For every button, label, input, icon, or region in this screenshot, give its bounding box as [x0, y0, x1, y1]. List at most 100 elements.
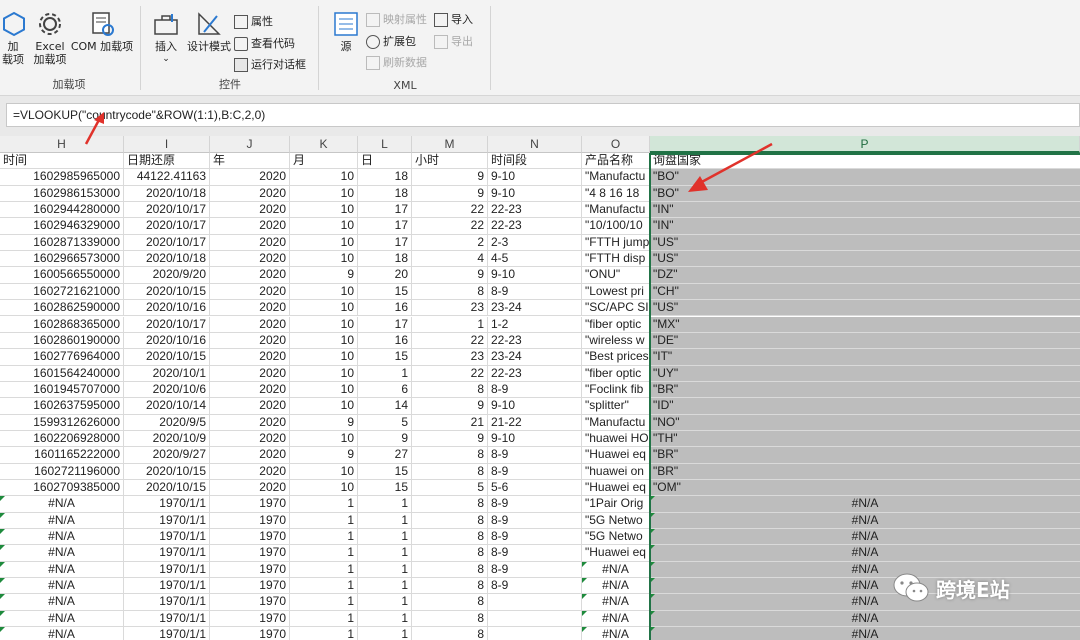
cell[interactable]: 20: [358, 267, 412, 284]
cell[interactable]: 21: [412, 414, 488, 431]
cell[interactable]: "Foclink fib: [582, 381, 650, 399]
excel-addins-button[interactable]: Excel 加载项: [30, 10, 70, 66]
cell[interactable]: #N/A: [650, 561, 1080, 579]
cell[interactable]: 2020/10/17: [124, 316, 210, 333]
cell[interactable]: 8-9: [488, 512, 582, 530]
cell[interactable]: 2020/10/15: [124, 480, 210, 497]
cell[interactable]: 5: [358, 414, 412, 431]
cell[interactable]: 10: [290, 316, 358, 333]
cell[interactable]: "IN": [650, 218, 1080, 235]
cell[interactable]: "DZ": [650, 267, 1080, 284]
cell[interactable]: 2020/10/18: [124, 185, 210, 203]
cell[interactable]: #N/A: [650, 610, 1080, 628]
cell[interactable]: 10: [290, 283, 358, 301]
column-header-o[interactable]: O: [582, 136, 650, 153]
cell[interactable]: 22-23: [488, 332, 582, 350]
cell[interactable]: 1970/1/1: [124, 610, 210, 628]
header-cell[interactable]: 时间: [0, 153, 124, 170]
cell[interactable]: 17: [358, 202, 412, 219]
cell[interactable]: "OM": [650, 480, 1080, 497]
cell[interactable]: #N/A: [0, 512, 124, 530]
cell[interactable]: 1: [290, 561, 358, 579]
cell[interactable]: 22-23: [488, 365, 582, 382]
cell[interactable]: "IT": [650, 349, 1080, 366]
cell[interactable]: 1: [290, 545, 358, 562]
cell[interactable]: "US": [650, 234, 1080, 252]
cell[interactable]: 2020/10/16: [124, 300, 210, 317]
cell[interactable]: 10: [290, 202, 358, 219]
cell[interactable]: 1970: [210, 594, 290, 611]
column-header-l[interactable]: L: [358, 136, 412, 153]
cell[interactable]: "1Pair Orig: [582, 496, 650, 513]
export-button[interactable]: 导出: [434, 34, 473, 50]
cell[interactable]: 1970: [210, 545, 290, 562]
cell[interactable]: 2020: [210, 169, 290, 186]
cell[interactable]: 2020: [210, 185, 290, 203]
design-mode-button[interactable]: 设计模式: [186, 10, 232, 53]
cell[interactable]: 1: [358, 610, 412, 628]
source-button[interactable]: 源: [328, 10, 364, 53]
cell[interactable]: 1970/1/1: [124, 496, 210, 513]
cell[interactable]: 14: [358, 398, 412, 415]
cell[interactable]: #N/A: [650, 529, 1080, 546]
cell[interactable]: 8: [412, 545, 488, 562]
cell[interactable]: "5G Netwo: [582, 512, 650, 530]
cell[interactable]: 17: [358, 316, 412, 333]
cell[interactable]: 2020: [210, 381, 290, 399]
cell[interactable]: 1602776964000: [0, 349, 124, 366]
column-header-m[interactable]: M: [412, 136, 488, 153]
cell[interactable]: "US": [650, 251, 1080, 268]
cell[interactable]: 10: [290, 332, 358, 350]
cell[interactable]: 2020/10/17: [124, 234, 210, 252]
cell[interactable]: 1970/1/1: [124, 578, 210, 595]
cell[interactable]: "MX": [650, 316, 1080, 333]
cell[interactable]: 9: [412, 430, 488, 448]
cell[interactable]: 10: [290, 381, 358, 399]
cell[interactable]: 2020/10/9: [124, 430, 210, 448]
cell[interactable]: 2020: [210, 218, 290, 235]
cell[interactable]: 1602944280000: [0, 202, 124, 219]
cell[interactable]: 15: [358, 349, 412, 366]
cell[interactable]: 2020: [210, 398, 290, 415]
cell[interactable]: "fiber optic: [582, 316, 650, 333]
cell[interactable]: 2020/10/6: [124, 381, 210, 399]
cell[interactable]: 23: [412, 349, 488, 366]
cell[interactable]: 44122.41163: [124, 169, 210, 186]
cell[interactable]: 1602709385000: [0, 480, 124, 497]
header-cell[interactable]: 月: [290, 153, 358, 170]
cell[interactable]: "fiber optic: [582, 365, 650, 382]
cell[interactable]: #N/A: [650, 594, 1080, 611]
cell[interactable]: "Manufactu: [582, 202, 650, 219]
cell[interactable]: 1: [290, 594, 358, 611]
cell[interactable]: 8: [412, 463, 488, 480]
cell[interactable]: 1: [358, 496, 412, 513]
cell[interactable]: 8-9: [488, 496, 582, 513]
cell[interactable]: 2020: [210, 300, 290, 317]
cell[interactable]: 1602721621000: [0, 283, 124, 301]
cell[interactable]: "Huawei eq: [582, 480, 650, 497]
cell[interactable]: 1602721196000: [0, 463, 124, 480]
cell[interactable]: 1602966573000: [0, 251, 124, 268]
cell[interactable]: 2020: [210, 480, 290, 497]
cell[interactable]: 1: [412, 316, 488, 333]
cell[interactable]: 15: [358, 480, 412, 497]
cell[interactable]: #N/A: [650, 496, 1080, 513]
cell[interactable]: #N/A: [0, 561, 124, 579]
cell[interactable]: 1970/1/1: [124, 594, 210, 611]
cell[interactable]: 9: [290, 414, 358, 431]
cell[interactable]: 1599312626000: [0, 414, 124, 431]
cell[interactable]: [488, 610, 582, 628]
header-cell[interactable]: 时间段: [488, 153, 582, 170]
cell[interactable]: 8: [412, 594, 488, 611]
cell[interactable]: 16: [358, 332, 412, 350]
cell[interactable]: 8: [412, 283, 488, 301]
cell[interactable]: 1: [358, 545, 412, 562]
cell[interactable]: 1601945707000: [0, 381, 124, 399]
map-properties-button[interactable]: 映射属性: [366, 12, 427, 28]
cell[interactable]: "ID": [650, 398, 1080, 415]
cell[interactable]: 2020/10/17: [124, 218, 210, 235]
cell[interactable]: 10: [290, 365, 358, 382]
cell[interactable]: 9-10: [488, 169, 582, 186]
header-cell[interactable]: 小时: [412, 153, 488, 170]
cell[interactable]: 1: [290, 496, 358, 513]
